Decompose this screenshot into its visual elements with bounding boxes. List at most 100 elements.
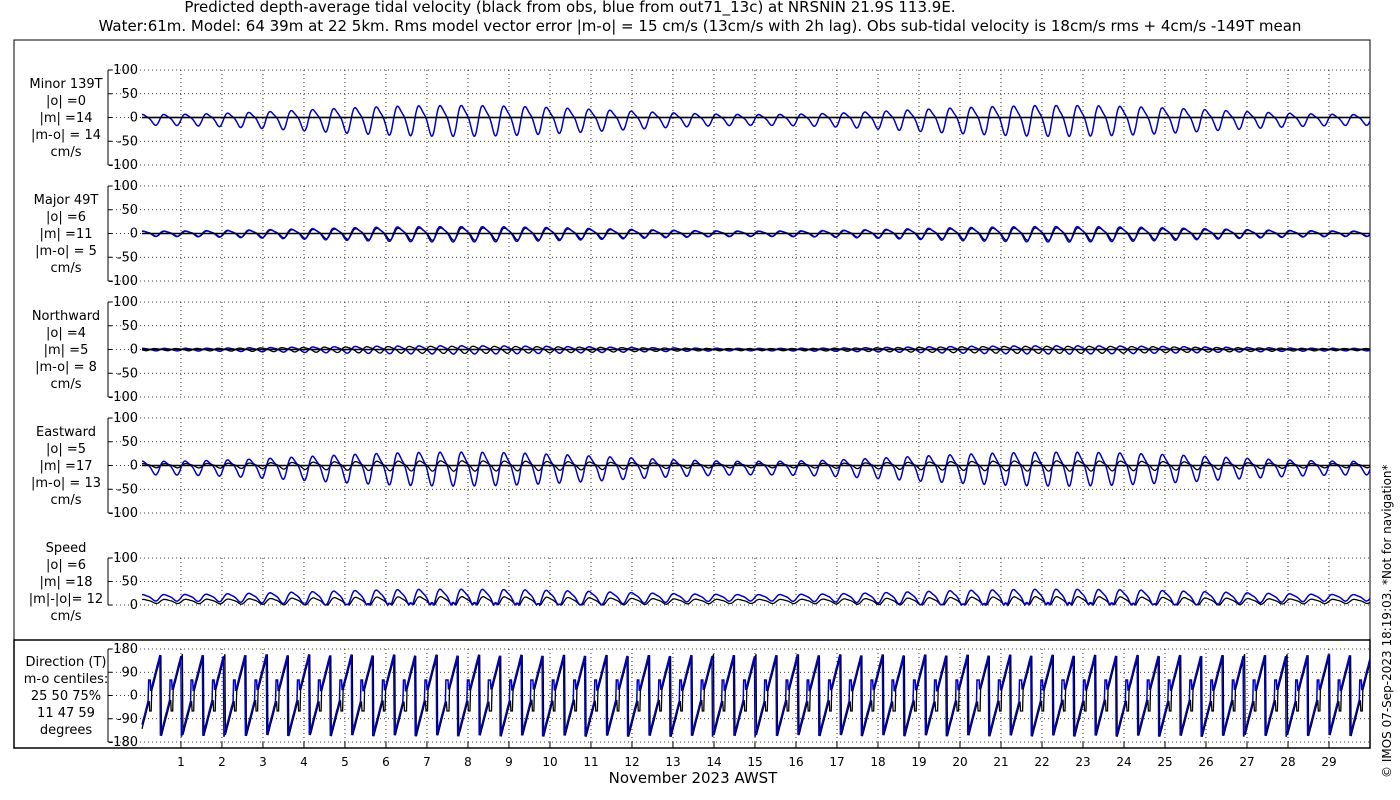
panel-label-direction: Direction (T) m-o centiles: 25 50 75% 11 47… [18, 654, 114, 739]
x-tick-label: 25 [1157, 755, 1172, 769]
x-tick-label: 15 [747, 755, 762, 769]
panel-label-line: |m| =5 [43, 343, 89, 358]
y-tick-label: 100 [113, 551, 138, 566]
x-tick-label: 11 [583, 755, 598, 769]
series-line-model [141, 451, 1371, 488]
y-tick-label: 0 [130, 111, 138, 126]
panel-minor: 100500-50-100 [107, 63, 1371, 173]
panel-label-line: cm/s [50, 261, 82, 276]
y-tick-label: -50 [117, 366, 138, 381]
y-tick-label: 0 [130, 689, 138, 704]
panel-label-line: Minor 139T [29, 77, 103, 92]
panel-label-line: |m|-|o|= 12 [28, 592, 104, 607]
y-tick-label: 0 [130, 459, 138, 474]
x-tick-label: 29 [1321, 755, 1336, 769]
x-axis: 1 2 3 4 5 6 7 8 9 10 11 12 13 14 15 16 17 18 19 20 21 22 23 24 2… [177, 742, 1337, 769]
x-tick-label: 21 [993, 755, 1008, 769]
x-tick-label: 18 [870, 755, 885, 769]
x-tick-label: 23 [1075, 755, 1090, 769]
copyright-notice: © IMOS 07-Sep-2023 18:19:03. *Not for na… [1380, 464, 1394, 778]
panel-label-eastward: Eastward |o| =5 |m| =17 |m-o| = 13 cm/s [18, 424, 114, 509]
y-tick-label: 100 [113, 295, 138, 310]
y-tick-label: 0 [130, 227, 138, 242]
y-tick-label: 50 [121, 575, 138, 590]
panel-major: 100500-50-100 [107, 179, 1371, 289]
y-tick-label: 0 [130, 343, 138, 358]
x-tick-label: 3 [259, 755, 267, 769]
panel-label-line: |m-o| = 8 [35, 360, 97, 375]
panel-label-line: |o| =6 [45, 210, 86, 225]
x-tick-label: 17 [829, 755, 844, 769]
panel-speed: 100 50 0 [107, 551, 1371, 613]
y-tick-label: -50 [117, 134, 138, 149]
panel-label-line: cm/s [50, 377, 82, 392]
y-tick-label: 90 [121, 665, 138, 680]
y-tick-label: 0 [130, 598, 138, 613]
panel-label-line: |o| =0 [45, 94, 86, 109]
y-tick-label: 50 [121, 435, 138, 450]
panel-label-line: |m| =11 [39, 227, 93, 242]
x-tick-label: 6 [382, 755, 390, 769]
x-tick-label: 10 [542, 755, 557, 769]
panel-label-line: |o| =4 [45, 326, 86, 341]
panel-label-line: |m| =14 [39, 111, 93, 126]
panel-label-line: m-o centiles: [23, 672, 109, 687]
panel-eastward: 100500-50-100 [107, 411, 1371, 521]
x-tick-label: 26 [1198, 755, 1213, 769]
x-tick-label: 9 [505, 755, 513, 769]
plot-canvas: 100500-50-100100500-50-100100500-50-1001… [13, 39, 1371, 769]
panel-label-line: 11 47 59 [37, 706, 95, 721]
x-tick-label: 5 [341, 755, 349, 769]
upper-frame [13, 39, 1371, 641]
panel-label-line: |o| =6 [45, 558, 86, 573]
panel-label-line: |o| =5 [45, 442, 86, 457]
panel-label-northward: Northward |o| =4 |m| =5 |m-o| = 8 cm/s [18, 308, 114, 393]
x-tick-label: 8 [464, 755, 472, 769]
x-tick-label: 13 [665, 755, 680, 769]
series-line-obs [141, 596, 1371, 607]
x-tick-label: 7 [423, 755, 431, 769]
x-tick-label: 24 [1116, 755, 1131, 769]
x-axis-label: November 2023 AWST [608, 769, 778, 787]
panel-label-line: Eastward [35, 425, 97, 440]
tidal-velocity-figure: Predicted depth-average tidal velocity (… [0, 0, 1400, 800]
y-tick-label: 100 [113, 63, 138, 78]
panel-label-line: |m-o| = 13 [30, 476, 101, 491]
panel-label-major: Major 49T |o| =6 |m| =11 |m-o| = 5 cm/s [18, 192, 114, 277]
panel-label-line: cm/s [50, 493, 82, 508]
panel-label-line: |m-o| = 5 [35, 244, 97, 259]
panel-northward: 100500-50-100 [107, 295, 1371, 405]
y-tick-label: 50 [121, 203, 138, 218]
panel-label-line: |m| =17 [39, 459, 93, 474]
series-line-model [142, 588, 1371, 607]
x-tick-label: 16 [788, 755, 803, 769]
x-tick-label: 19 [911, 755, 926, 769]
x-tick-label: 1 [177, 755, 185, 769]
panel-label-line: |m| =18 [39, 575, 93, 590]
x-tick-label: 4 [300, 755, 308, 769]
panel-label-line: cm/s [50, 609, 82, 624]
y-tick-label: 50 [121, 87, 138, 102]
x-tick-label: 22 [1034, 755, 1049, 769]
panel-label-minor: Minor 139T |o| =0 |m| =14 |m-o| = 14 cm/s [18, 76, 114, 161]
y-tick-label: -90 [117, 712, 138, 727]
x-tick-label: 28 [1280, 755, 1295, 769]
panel-label-line: |m-o| = 14 [30, 128, 101, 143]
panel-label-line: Speed [45, 541, 87, 556]
x-tick-label: 27 [1239, 755, 1254, 769]
panel-label-line: Direction (T) [25, 655, 107, 670]
x-tick-label: 2 [218, 755, 226, 769]
panel-label-line: degrees [39, 723, 93, 738]
panel-direction: 180900-90-180 [107, 642, 1371, 750]
y-tick-label: 50 [121, 319, 138, 334]
panel-label-line: cm/s [50, 145, 82, 160]
panel-label-line: Major 49T [33, 193, 99, 208]
x-tick-label: 14 [706, 755, 721, 769]
y-tick-label: -50 [117, 482, 138, 497]
panel-label-line: Northward [31, 309, 101, 324]
x-tick-label: 12 [624, 755, 639, 769]
y-tick-label: -50 [117, 250, 138, 265]
series-line-model [141, 104, 1371, 138]
y-tick-label: 100 [113, 411, 138, 426]
panel-label-speed: Speed |o| =6 |m| =18 |m|-|o|= 12 cm/s [18, 540, 114, 625]
